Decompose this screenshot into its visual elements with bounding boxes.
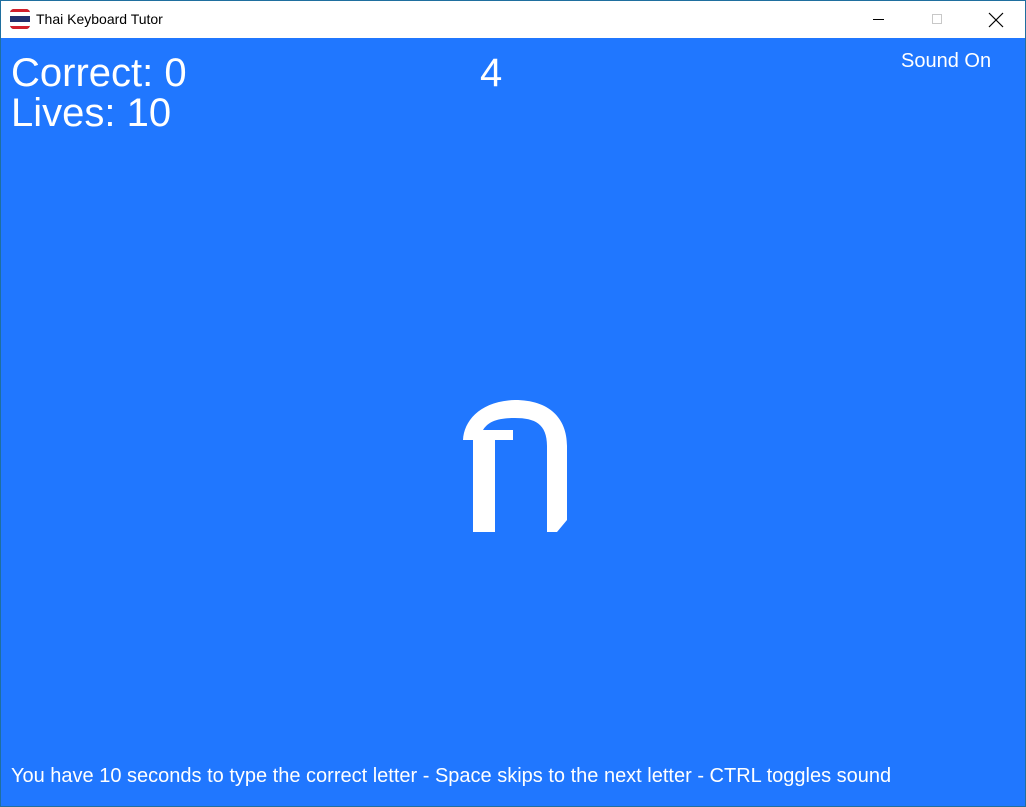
minimize-button[interactable] <box>850 1 908 38</box>
correct-counter: Correct: 0 <box>11 51 187 95</box>
sound-status: Sound On <box>901 50 992 72</box>
minimize-icon <box>873 19 884 20</box>
maximize-icon <box>932 14 942 24</box>
close-button[interactable] <box>967 1 1025 38</box>
thai-flag-icon[interactable] <box>10 9 30 29</box>
countdown-timer: 4 <box>480 51 503 95</box>
title-bar[interactable]: Thai Keyboard Tutor <box>1 1 1025 38</box>
window-title: Thai Keyboard Tutor <box>36 11 163 27</box>
instructions-text: You have 10 seconds to type the correct … <box>11 765 892 787</box>
maximize-button[interactable] <box>908 1 966 38</box>
app-window: Thai Keyboard Tutor Correct: 0 Lives: 10… <box>0 0 1026 807</box>
game-area[interactable]: Correct: 0 Lives: 10 4 Sound On ฦ You ha… <box>1 38 1025 806</box>
lives-counter: Lives: 10 <box>11 91 172 135</box>
close-icon <box>988 12 1004 28</box>
thai-letter: ฦ <box>463 400 567 532</box>
